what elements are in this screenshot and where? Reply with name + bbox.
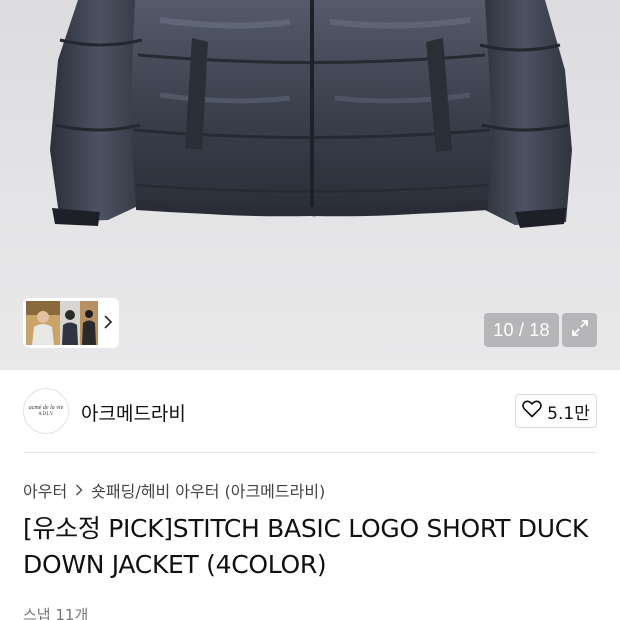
snap-count[interactable]: 스냅 11개: [23, 604, 88, 620]
thumbnail-previews[interactable]: [26, 301, 98, 345]
like-button[interactable]: 5.1만: [515, 394, 597, 428]
breadcrumb: 아우터 숏패딩/헤비 아우터 (아크메드라비): [23, 478, 325, 502]
divider: [23, 452, 597, 453]
expand-icon: [570, 318, 590, 343]
brand-logo[interactable]: acmé de la vie ADLV: [23, 388, 69, 434]
heart-icon: [522, 399, 542, 423]
brand-name-link[interactable]: 아크메드라비: [81, 399, 186, 426]
like-count: 5.1만: [547, 403, 590, 424]
thumbnail-strip[interactable]: [23, 298, 119, 348]
breadcrumb-subcategory[interactable]: 숏패딩/헤비 아우터 (아크메드라비): [91, 478, 325, 502]
chevron-right-icon: [75, 483, 83, 497]
chevron-right-icon[interactable]: [103, 313, 113, 336]
product-title: [유소정 PICK]STITCH BASIC LOGO SHORT DUCK D…: [23, 514, 588, 579]
brand-logo-text: acmé de la vie: [28, 404, 64, 411]
brand-row: acmé de la vie ADLV 아크메드라비 5.1만: [23, 388, 597, 434]
brand-logo-subtext: ADLV: [38, 411, 54, 417]
image-counter: 10 / 18: [484, 313, 559, 347]
fullscreen-button[interactable]: [562, 313, 597, 347]
product-image-gallery[interactable]: 10 / 18: [0, 0, 620, 370]
breadcrumb-category[interactable]: 아우터: [23, 478, 67, 502]
